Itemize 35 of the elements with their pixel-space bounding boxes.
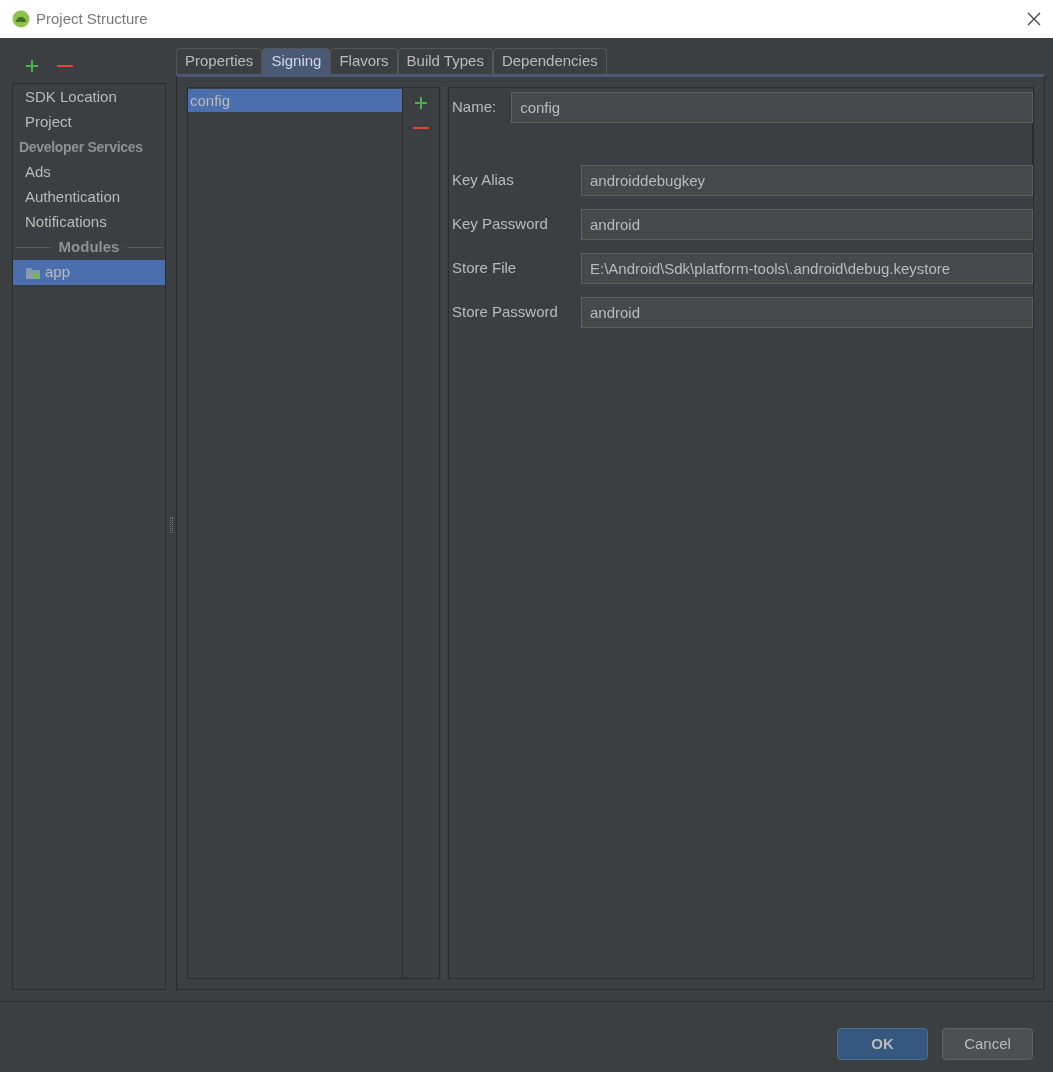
tab[interactable]: Build Types xyxy=(397,48,493,74)
section-header: Developer Services xyxy=(18,138,144,157)
input-field[interactable]: E:\Android\Sdk\platform-tools\.android\debug.keystore xyxy=(581,253,1033,284)
input-field[interactable]: androiddebugkey xyxy=(581,165,1033,196)
cancel-button[interactable]: Cancel xyxy=(942,1028,1033,1060)
module-folder-icon xyxy=(25,265,41,280)
section-header: Modules xyxy=(58,237,120,258)
tab[interactable]: Dependencies xyxy=(492,48,607,74)
splitter-handle[interactable] xyxy=(169,516,173,533)
name-field[interactable]: config xyxy=(511,92,1033,123)
sidebar-item[interactable]: app xyxy=(13,260,165,285)
input-field[interactable]: android xyxy=(581,209,1033,240)
field-label: Store File xyxy=(452,258,518,279)
input-field[interactable]: android xyxy=(581,297,1033,328)
ok-button[interactable]: OK xyxy=(837,1028,928,1060)
window-title: Project Structure xyxy=(36,8,148,29)
field-label: Key Password xyxy=(452,214,549,235)
add-icon[interactable] xyxy=(414,96,428,110)
tab[interactable]: Flavors xyxy=(330,48,398,74)
tab[interactable]: Signing xyxy=(262,48,331,74)
tab[interactable]: Properties xyxy=(176,48,263,74)
sidebar-item[interactable]: Authentication xyxy=(13,185,165,210)
field-label: Name: xyxy=(452,97,497,118)
add-icon[interactable] xyxy=(25,58,39,73)
field-label: Store Password xyxy=(452,302,559,323)
sidebar-item[interactable]: SDK Location xyxy=(13,85,165,110)
list-item[interactable]: config xyxy=(188,89,402,112)
sidebar-item[interactable]: Ads xyxy=(13,160,165,185)
android-logo-icon xyxy=(12,10,30,28)
field-label: Key Alias xyxy=(452,170,515,191)
remove-icon[interactable] xyxy=(413,126,429,130)
sidebar-item[interactable]: Notifications xyxy=(13,210,165,235)
close-icon[interactable] xyxy=(1027,12,1041,26)
sidebar-item[interactable]: Project xyxy=(13,110,165,135)
remove-icon[interactable] xyxy=(57,63,73,68)
